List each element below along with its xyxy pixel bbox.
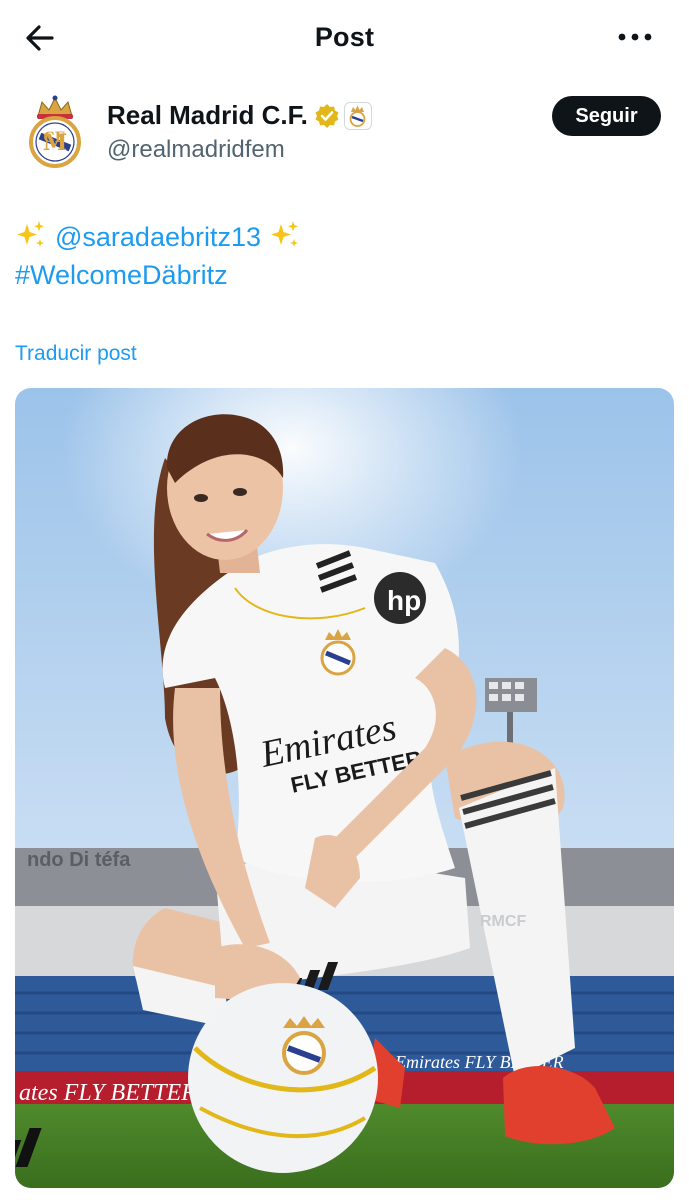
sparkles-icon (271, 221, 299, 247)
mention-link[interactable]: @saradaebritz13 (55, 222, 261, 252)
avatar[interactable]: M CF (20, 92, 90, 170)
post-image[interactable]: ndo Di téfa ates FLY BETTER Emirates FLY… (15, 388, 674, 1188)
svg-text:hp: hp (387, 585, 421, 616)
hashtag-link[interactable]: #WelcomeDäbritz (15, 260, 228, 291)
verified-gold-icon (315, 104, 339, 128)
stand-text: ndo Di téfa (27, 849, 131, 871)
author-name[interactable]: Real Madrid C.F. (107, 100, 308, 131)
real-madrid-crest-icon (349, 105, 366, 127)
svg-text:CF: CF (43, 130, 64, 146)
follow-button[interactable]: Seguir (552, 96, 661, 136)
more-horizontal-icon (618, 33, 652, 41)
tweet-text-line-1: @saradaebritz13 (15, 220, 301, 253)
sock-text: RMCF (480, 913, 526, 930)
player-photo: ndo Di téfa ates FLY BETTER Emirates FLY… (15, 388, 674, 1188)
top-bar: Post (0, 0, 689, 76)
more-options-button[interactable] (614, 22, 658, 52)
affiliate-badge[interactable] (344, 102, 372, 130)
author-handle[interactable]: @realmadridfem (107, 136, 285, 164)
sparkles-icon (17, 221, 44, 247)
translate-post-link[interactable]: Traducir post (15, 342, 137, 366)
ad-board-text-left: ates FLY BETTER (19, 1080, 196, 1106)
page-title: Post (314, 22, 375, 52)
real-madrid-crest-icon: M CF (29, 95, 81, 168)
